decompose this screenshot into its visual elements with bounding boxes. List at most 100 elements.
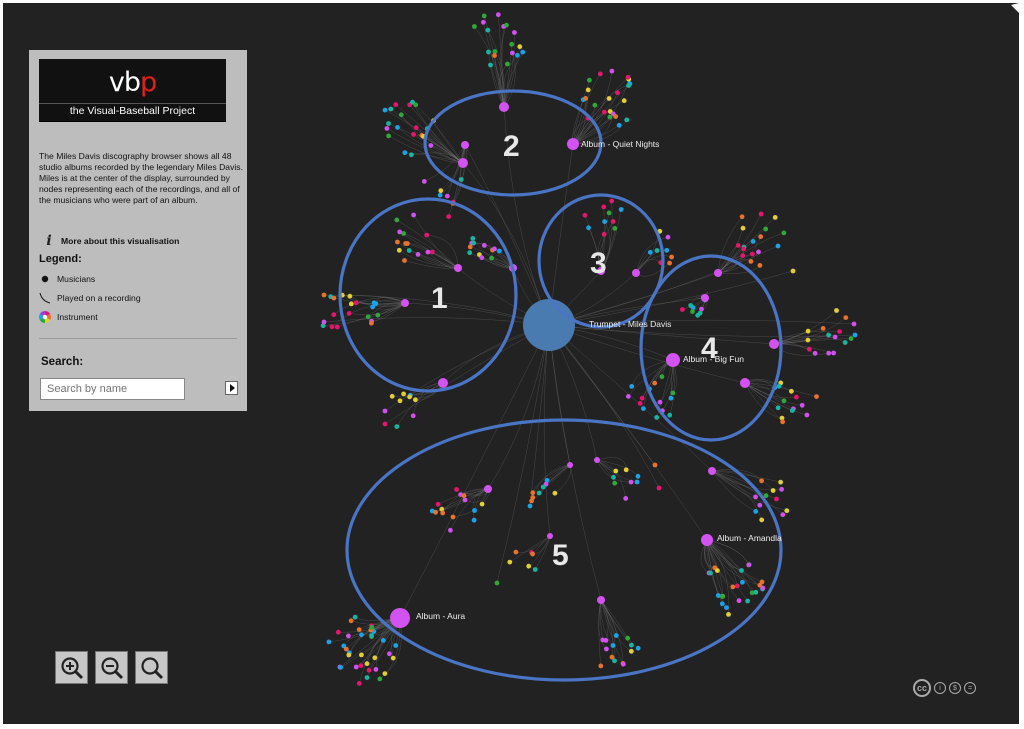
musician-node[interactable] [748,259,754,264]
more-info-label[interactable]: More about this visualisation [61,236,179,246]
musician-node[interactable] [495,12,501,18]
musician-node[interactable] [510,50,515,56]
musician-node[interactable] [780,512,786,518]
musician-node[interactable] [626,394,631,399]
musician-node[interactable] [530,495,536,500]
musician-node[interactable] [393,643,399,648]
musician-node[interactable] [790,268,796,274]
musician-node[interactable] [479,255,485,261]
musician-node[interactable] [481,13,487,19]
musician-node[interactable] [667,412,673,418]
musician-node[interactable] [509,41,515,47]
musician-node[interactable] [485,27,491,33]
musician-node[interactable] [851,321,857,327]
musician-node[interactable] [852,332,858,338]
musician-node[interactable] [369,633,374,638]
musician-node[interactable] [812,350,818,356]
musician-node[interactable] [343,646,349,652]
musician-node[interactable] [730,584,736,590]
musician-node[interactable] [739,214,745,220]
musician-node[interactable] [401,231,406,236]
musician-node[interactable] [369,625,375,630]
musician-node[interactable] [479,501,485,507]
musician-node[interactable] [348,301,354,307]
musician-node[interactable] [396,247,402,253]
musician-node[interactable] [356,627,362,632]
musician-node[interactable] [329,324,335,330]
musician-node[interactable] [338,665,343,670]
musician-node[interactable] [736,598,742,604]
musician-node[interactable] [467,244,473,250]
musician-node[interactable] [585,87,591,93]
musician-node[interactable] [382,408,388,414]
musician-node[interactable] [602,219,607,225]
search-input[interactable] [40,378,185,400]
node-layer[interactable] [320,12,858,686]
musician-node[interactable] [629,642,634,648]
musician-node[interactable] [411,132,416,137]
musician-node[interactable] [583,96,588,101]
musician-node[interactable] [369,320,374,326]
musician-node[interactable] [512,30,517,35]
musician-node[interactable] [843,315,849,320]
musician-node[interactable] [326,639,332,645]
musician-node[interactable] [806,346,812,352]
musician-node[interactable] [613,633,619,638]
musician-node[interactable] [739,568,744,573]
musician-node[interactable] [726,612,731,617]
musician-node[interactable] [450,514,456,520]
musician-node[interactable] [598,663,604,669]
musician-node[interactable] [612,480,618,486]
musician-node[interactable] [513,549,519,555]
musician-node[interactable] [609,68,615,74]
musician-node[interactable] [530,490,536,496]
musician-node[interactable] [804,412,810,418]
musician-node[interactable] [413,125,419,131]
musician-node[interactable] [382,107,388,113]
musician-node[interactable] [331,295,337,301]
musician-node[interactable] [461,493,467,499]
album-node[interactable] [708,467,716,475]
musician-node[interactable] [507,559,513,565]
musician-node[interactable] [759,478,764,484]
musician-node[interactable] [753,509,759,514]
musician-node[interactable] [497,248,502,254]
album-node[interactable] [438,378,448,388]
musician-node[interactable] [321,292,327,298]
musician-node[interactable] [770,488,776,493]
musician-node[interactable] [688,303,694,308]
musician-node[interactable] [394,424,400,429]
musician-node[interactable] [486,49,491,55]
musician-node[interactable] [647,249,653,255]
musician-node[interactable] [348,618,354,624]
musician-node[interactable] [365,314,371,320]
musician-node[interactable] [438,188,444,194]
musician-node[interactable] [446,214,452,220]
musician-node[interactable] [454,487,459,492]
musician-node[interactable] [382,671,388,676]
musician-node[interactable] [353,664,359,670]
album-node[interactable] [458,158,468,168]
musician-node[interactable] [753,494,758,500]
musician-node[interactable] [612,658,617,664]
musician-node[interactable] [616,122,622,128]
musician-node[interactable] [715,593,721,598]
musician-node[interactable] [448,527,453,533]
musician-node[interactable] [384,126,390,131]
album-node[interactable] [632,269,640,277]
musician-node[interactable] [620,661,626,667]
musician-node[interactable] [402,258,407,263]
musician-node[interactable] [601,204,607,210]
musician-node[interactable] [720,594,725,599]
musician-node[interactable] [629,384,635,389]
musician-node[interactable] [540,484,546,490]
musician-node[interactable] [834,308,839,313]
musician-node[interactable] [756,249,761,255]
close-corner-icon[interactable] [1009,3,1019,13]
musician-node[interactable] [665,234,671,240]
musician-node[interactable] [758,234,764,240]
musician-node[interactable] [621,98,627,104]
musician-node[interactable] [424,232,430,238]
musician-node[interactable] [763,226,769,232]
musician-node[interactable] [388,106,394,112]
